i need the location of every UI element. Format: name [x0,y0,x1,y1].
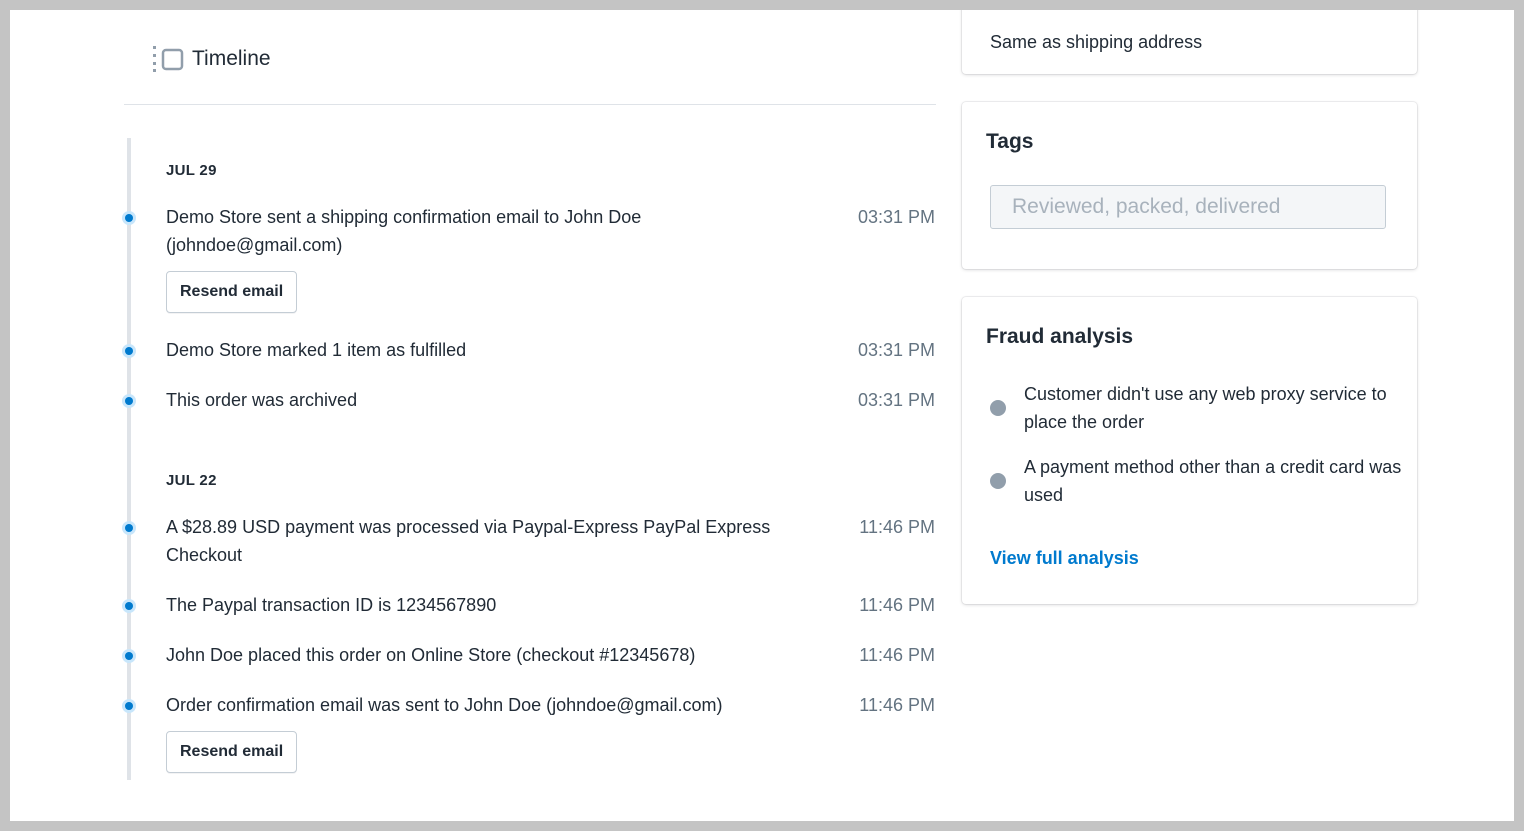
timeline-event-time: 03:31 PM [857,207,935,227]
tags-card: Tags [962,102,1417,269]
tags-title: Tags [986,130,1034,153]
timeline-event-time: 11:46 PM [859,695,935,715]
timeline-dot [122,599,136,613]
timeline-title: Timeline [192,47,271,70]
view-full-analysis-link[interactable]: View full analysis [990,548,1139,569]
timeline-header: Timeline [152,44,271,74]
neutral-indicator-icon [990,473,1006,489]
timeline-event-text: This order was archived [166,390,358,410]
timeline-date: JUL 29 [166,162,217,179]
fraud-analysis-card: Fraud analysis Customer didn't use any w… [962,297,1417,604]
timeline-event-text: Order confirmation email was sent to Joh… [166,695,723,715]
fraud-item: A payment method other than a credit car… [990,453,1401,509]
timeline-dot [122,211,136,225]
timeline-event-text: A $28.89 USD payment was processed via P… [166,517,771,565]
timeline-dot [122,699,136,713]
tags-input[interactable] [990,185,1386,229]
timeline-dot [122,649,136,663]
timeline-event-text: John Doe placed this order on Online Sto… [166,645,696,665]
timeline-event-text: Demo Store marked 1 item as fulfilled [166,340,467,360]
timeline-dot [122,344,136,358]
timeline-event-time: 03:31 PM [857,390,935,410]
timeline-dot [122,394,136,408]
resend-email-button[interactable]: Resend email [166,271,298,313]
timeline-event-text: The Paypal transaction ID is 1234567890 [166,595,497,615]
timeline-date: JUL 22 [166,472,217,489]
timeline-event-time: 03:31 PM [857,340,935,360]
billing-address-text: Same as shipping address [990,32,1203,52]
timeline-divider [124,104,936,105]
neutral-indicator-icon [990,400,1006,416]
timeline-event-time: 11:46 PM [859,645,935,665]
fraud-item-text: A payment method other than a credit car… [1024,457,1402,505]
timeline-icon [152,44,186,74]
timeline-event-text: Demo Store sent a shipping confirmation … [166,207,642,255]
timeline-dot [122,521,136,535]
resend-email-button[interactable]: Resend email [166,731,298,773]
timeline-event-time: 11:46 PM [859,517,935,537]
billing-address-card: Same as shipping address [962,10,1417,74]
fraud-item: Customer didn't use any web proxy servic… [990,380,1400,436]
fraud-analysis-title: Fraud analysis [986,325,1134,348]
timeline-rail [127,138,131,780]
page: Timeline JUL 29 Demo Store sent a shippi… [10,10,1514,821]
fraud-item-text: Customer didn't use any web proxy servic… [1024,384,1387,432]
timeline-event-time: 11:46 PM [859,595,935,615]
